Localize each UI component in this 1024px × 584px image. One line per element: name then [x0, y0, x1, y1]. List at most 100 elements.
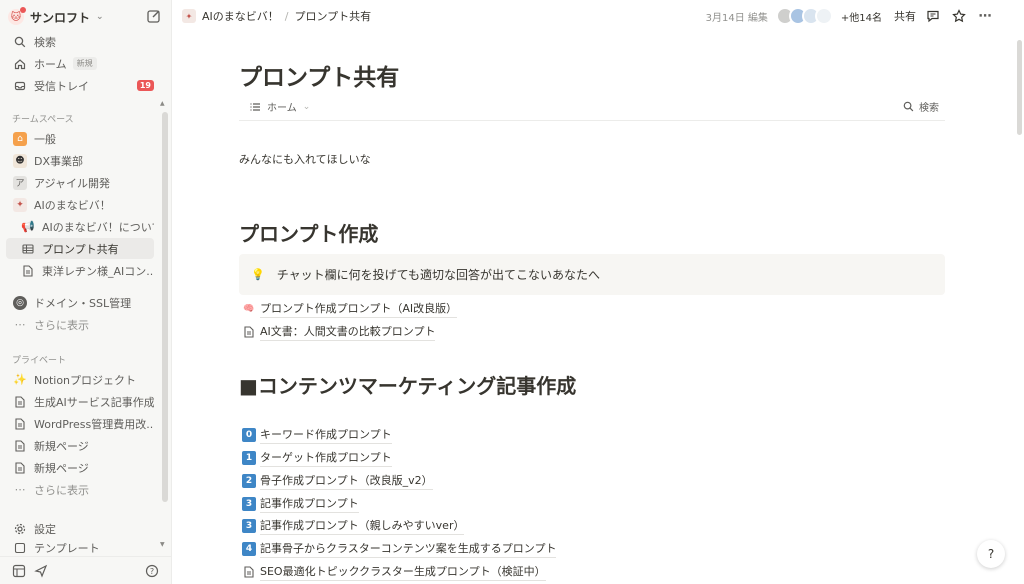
page-link-label: ターゲット作成プロンプト: [260, 449, 392, 467]
section-heading-prompt-creation: プロンプト作成: [239, 222, 379, 246]
star-icon[interactable]: [950, 7, 968, 25]
sidebar-item-toyo[interactable]: 東洋レヂン様_AIコン...: [6, 260, 154, 281]
sidebar-item-label: プロンプト共有: [42, 242, 119, 256]
sidebar-item-genai-article[interactable]: 生成AIサービス記事作成: [6, 391, 154, 412]
page-link[interactable]: 1 ターゲット作成プロンプト: [242, 448, 392, 468]
app-window: 🐱 サンロフト ⌄ 検索 ホーム 新規 受信トレイ 19 チームスペース ⌂ 一…: [0, 0, 1024, 584]
chevron-down-icon: ⌄: [302, 101, 311, 112]
breadcrumb-item-parent[interactable]: AIのまなビバ！: [202, 8, 279, 24]
sidebar-item-label: AIのまなビバ！について: [42, 220, 154, 234]
collaborator-avatars[interactable]: [775, 7, 833, 25]
page-icon: [20, 263, 36, 279]
sidebar-item-label: ドメイン・SSL管理: [34, 296, 132, 310]
workspace-name: サンロフト: [30, 10, 91, 25]
page-icon: [12, 438, 28, 454]
sidebar-item-about[interactable]: 📢 AIのまなビバ！について: [6, 216, 154, 237]
sidebar-item-new-page-1[interactable]: 新規ページ: [6, 435, 154, 456]
workspace-switcher[interactable]: 🐱 サンロフト ⌄: [8, 6, 164, 28]
teamspace-heading: チームスペース: [12, 115, 74, 125]
sidebar-item-label: AIのまなビバ！: [34, 198, 111, 212]
callout-text: チャット欄に何を投げても適切な回答が出てこないあなたへ: [276, 268, 600, 282]
page-link[interactable]: 3 記事作成プロンプト: [242, 494, 359, 514]
view-selector[interactable]: ホーム ⌄: [249, 99, 310, 114]
page-content: プロンプト共有 ホーム ⌄ 検索 みんなにも入れてほしいな プロンプト作成 💡 …: [172, 32, 1012, 584]
help-icon[interactable]: ?: [145, 564, 159, 578]
sidebar-item-prompt-share[interactable]: プロンプト共有: [6, 238, 154, 259]
chevron-down-icon: ⌄: [96, 12, 104, 22]
sidebar-item-label: 設定: [34, 522, 56, 536]
share-button[interactable]: 共有: [894, 8, 916, 24]
breadcrumb-item-current[interactable]: プロンプト共有: [295, 8, 372, 24]
sidebar-footer: ?: [0, 556, 171, 584]
topbar: ✦ AIのまなビバ！ / プロンプト共有 3月14日 編集 +他14名 共有 ⋯: [172, 0, 1024, 32]
page-link[interactable]: 4 記事骨子からクラスターコンテンツ案を生成するプロンプト: [242, 539, 557, 559]
globe-icon: ◎: [12, 295, 28, 311]
avatar: [814, 7, 833, 25]
sidebar-item-search[interactable]: 検索: [6, 31, 154, 52]
workspace-avatar: 🐱: [8, 7, 26, 25]
sidebar-item-label: 生成AIサービス記事作成: [34, 395, 154, 409]
sidebar-item-home[interactable]: ホーム 新規: [6, 53, 154, 74]
sidebar-item-label: ホーム: [34, 57, 67, 71]
sidebar: 🐱 サンロフト ⌄ 検索 ホーム 新規 受信トレイ 19 チームスペース ⌂ 一…: [0, 0, 172, 584]
sidebar-scrollbar[interactable]: [162, 112, 168, 502]
sidebar-item-label: 検索: [34, 35, 56, 49]
sidebar-item-label: さらに表示: [34, 483, 89, 497]
sidebar-item-agile[interactable]: ア アジャイル開発: [6, 172, 154, 193]
keycap-2-icon: 2: [242, 474, 256, 488]
scroll-up-arrow[interactable]: ▲: [160, 100, 165, 107]
sidebar-item-label: テンプレート: [34, 542, 100, 554]
page-link-label: AI文書：人間文書の比較プロンプト: [260, 323, 436, 341]
help-button[interactable]: ?: [977, 540, 1005, 568]
sidebar-item-more-private[interactable]: ⋯ さらに表示: [6, 479, 154, 500]
database-search[interactable]: 検索: [903, 99, 939, 114]
breadcrumb: ✦ AIのまなビバ！ / プロンプト共有: [182, 8, 371, 24]
sidebar-item-settings[interactable]: 設定: [6, 518, 154, 539]
sidebar-item-domain[interactable]: ◎ ドメイン・SSL管理: [6, 292, 154, 313]
page-link-label: 骨子作成プロンプト（改良版_v2）: [260, 472, 433, 490]
page-link[interactable]: 0 キーワード作成プロンプト: [242, 425, 392, 445]
sidebar-item-ai-manabiba[interactable]: ✦ AIのまなビバ！: [6, 194, 154, 215]
sidebar-item-dx[interactable]: ☻ DX事業部: [6, 150, 154, 171]
page-link[interactable]: 2 骨子作成プロンプト（改良版_v2）: [242, 471, 433, 491]
view-label: ホーム: [267, 103, 297, 114]
template-icon: [12, 540, 28, 554]
page-link-label: 記事骨子からクラスターコンテンツ案を生成するプロンプト: [260, 540, 557, 558]
page-title[interactable]: プロンプト共有: [239, 58, 399, 92]
page-scrollbar[interactable]: [1017, 40, 1022, 135]
sidebar-item-inbox[interactable]: 受信トレイ 19: [6, 75, 154, 96]
other-collaborators-count[interactable]: +他14名: [841, 9, 882, 24]
page-link[interactable]: 3 記事作成プロンプト（親しみやすいver）: [242, 516, 465, 536]
scroll-down-arrow[interactable]: ▼: [160, 541, 165, 548]
sidebar-item-label: Notionプロジェクト: [34, 373, 137, 387]
comment-icon[interactable]: [924, 7, 942, 25]
sidebar-item-templates[interactable]: テンプレート: [6, 540, 154, 554]
page-icon: [12, 460, 28, 476]
sidebar-item-notion-project[interactable]: ✨ Notionプロジェクト: [6, 369, 154, 390]
new-page-icon[interactable]: [146, 8, 162, 24]
sidebar-item-wordpress[interactable]: WordPress管理費用改...: [6, 413, 154, 434]
page-link[interactable]: AI文書：人間文書の比較プロンプト: [242, 322, 436, 342]
brand-logo-icon: ✦: [12, 197, 28, 213]
search-icon: [903, 101, 914, 112]
send-icon[interactable]: [34, 564, 48, 578]
calendar-grid-icon[interactable]: [12, 564, 26, 578]
breadcrumb-separator: /: [284, 9, 289, 23]
page-link[interactable]: SEO最適化トピッククラスター生成プロンプト（検証中）: [242, 562, 546, 582]
table-icon: [20, 241, 36, 257]
sidebar-item-more-team[interactable]: ⋯ さらに表示: [6, 314, 154, 335]
section-heading-content-marketing: ■コンテンツマーケティング記事作成: [239, 374, 577, 398]
sidebar-item-new-page-2[interactable]: 新規ページ: [6, 457, 154, 478]
list-icon: [250, 102, 260, 111]
keycap-3-icon: 3: [242, 519, 256, 533]
more-dots-icon: ⋯: [14, 318, 26, 331]
sidebar-item-general[interactable]: ⌂ 一般: [6, 128, 154, 149]
letter-a-icon: ア: [12, 175, 28, 191]
sidebar-item-label: DX事業部: [34, 154, 84, 168]
help-icon: ?: [987, 547, 995, 561]
keycap-4-icon: 4: [242, 542, 256, 556]
megaphone-icon: 📢: [21, 220, 35, 233]
page-link[interactable]: 🧠 プロンプト作成プロンプト（AI改良版）: [242, 299, 458, 319]
sidebar-item-label: さらに表示: [34, 318, 89, 332]
more-options-icon[interactable]: ⋯: [976, 7, 994, 25]
